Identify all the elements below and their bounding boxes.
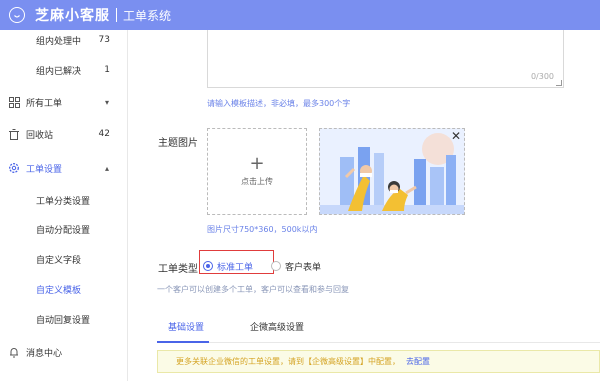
notice-banner: 更多关联企业微信的工单设置，请到【企微高级设置】中配置， 去配置 [157, 350, 600, 373]
sidebar-item-label: 消息中心 [26, 348, 63, 359]
sidebar-item-label: 组内处理中 [36, 36, 82, 47]
sidebar-item-label: 组内已解决 [36, 66, 82, 77]
close-icon[interactable]: ✕ [451, 129, 461, 143]
sidebar-item-label: 回收站 [26, 130, 54, 141]
sidebar-item-label: 所有工单 [26, 98, 63, 109]
sidebar-item-count: 73 [98, 35, 110, 45]
radio-customer-form[interactable] [271, 261, 281, 271]
sidebar-item-label: 自动分配设置 [36, 225, 91, 236]
brand-name: 芝麻小客服 [35, 8, 110, 24]
sidebar-item-group-resolved[interactable]: 组内已解决 1 [0, 60, 128, 80]
image-preview [319, 128, 465, 215]
sidebar-item-recycle-bin[interactable]: 回收站 42 [0, 124, 128, 144]
trash-icon [8, 128, 20, 140]
sidebar-item-all-tickets[interactable]: 所有工单 ▾ [0, 92, 128, 112]
radio-standard-ticket[interactable] [203, 261, 213, 271]
sidebar-item-count: 42 [98, 129, 110, 139]
app-header: 芝麻小客服 工单系统 [0, 0, 600, 30]
image-upload-box[interactable]: + 点击上传 [207, 128, 307, 215]
upload-label: 点击上传 [241, 177, 273, 186]
notice-text: 更多关联企业微信的工单设置，请到【企微高级设置】中配置， [176, 357, 400, 366]
tab-wecom-advanced-settings[interactable]: 企微高级设置 [250, 320, 304, 333]
description-hint: 请输入模板描述，非必填，最多300个字 [207, 99, 351, 108]
chevron-up-icon: ▴ [104, 163, 109, 173]
main-content: 0/300 请输入模板描述，非必填，最多300个字 主题图片 + 点击上传 ✕ … [128, 30, 600, 381]
sidebar-item-label: 自定义模板 [36, 285, 82, 296]
sidebar-item-category-settings[interactable]: 工单分类设置 [0, 190, 128, 210]
radio-standard-label[interactable]: 标准工单 [217, 260, 253, 273]
sidebar-item-group-processing[interactable]: 组内处理中 73 [0, 30, 128, 50]
char-counter: 0/300 [530, 72, 554, 81]
plus-icon: + [249, 153, 265, 174]
chevron-down-icon: ▾ [104, 97, 109, 107]
bell-icon [8, 346, 20, 358]
sidebar-item-label: 工单分类设置 [36, 196, 91, 207]
sidebar-item-custom-fields[interactable]: 自定义字段 [0, 249, 128, 269]
ticket-type-hint: 一个客户可以创建多个工单，客户可以查看和参与回复 [157, 285, 349, 294]
tabs-divider [157, 342, 600, 343]
system-name: 工单系统 [123, 8, 172, 23]
logo-icon [9, 7, 25, 23]
sidebar-item-custom-template[interactable]: 自定义模板 [0, 279, 128, 299]
tab-basic-settings[interactable]: 基础设置 [168, 320, 204, 333]
sidebar-item-label: 自动回复设置 [36, 315, 91, 326]
template-description-textarea[interactable]: 0/300 [207, 30, 564, 88]
gear-icon [8, 162, 20, 174]
sidebar-item-messages[interactable]: 消息中心 [0, 342, 128, 362]
radio-customer-label[interactable]: 客户表单 [285, 260, 321, 273]
image-size-hint: 图片尺寸750*360，500k以内 [207, 225, 318, 234]
active-tab-indicator [157, 341, 209, 343]
sidebar: 组内处理中 73 组内已解决 1 所有工单 ▾ 回收站 42 工单设置 ▴ 工单… [0, 30, 128, 381]
header-divider [116, 8, 117, 22]
sidebar-item-auto-reply[interactable]: 自动回复设置 [0, 309, 128, 329]
go-configure-link[interactable]: 去配置 [406, 356, 430, 367]
resize-handle-icon[interactable] [556, 80, 562, 86]
sidebar-item-auto-assign[interactable]: 自动分配设置 [0, 219, 128, 239]
sidebar-item-label: 工单设置 [26, 164, 63, 175]
sidebar-item-ticket-settings[interactable]: 工单设置 ▴ [0, 158, 128, 178]
grid-icon [8, 96, 20, 108]
city-illustration [320, 129, 464, 214]
image-field-label: 主题图片 [158, 138, 198, 149]
sidebar-item-count: 1 [104, 65, 110, 75]
ticket-type-label: 工单类型 [158, 264, 198, 275]
sidebar-item-label: 自定义字段 [36, 255, 82, 266]
